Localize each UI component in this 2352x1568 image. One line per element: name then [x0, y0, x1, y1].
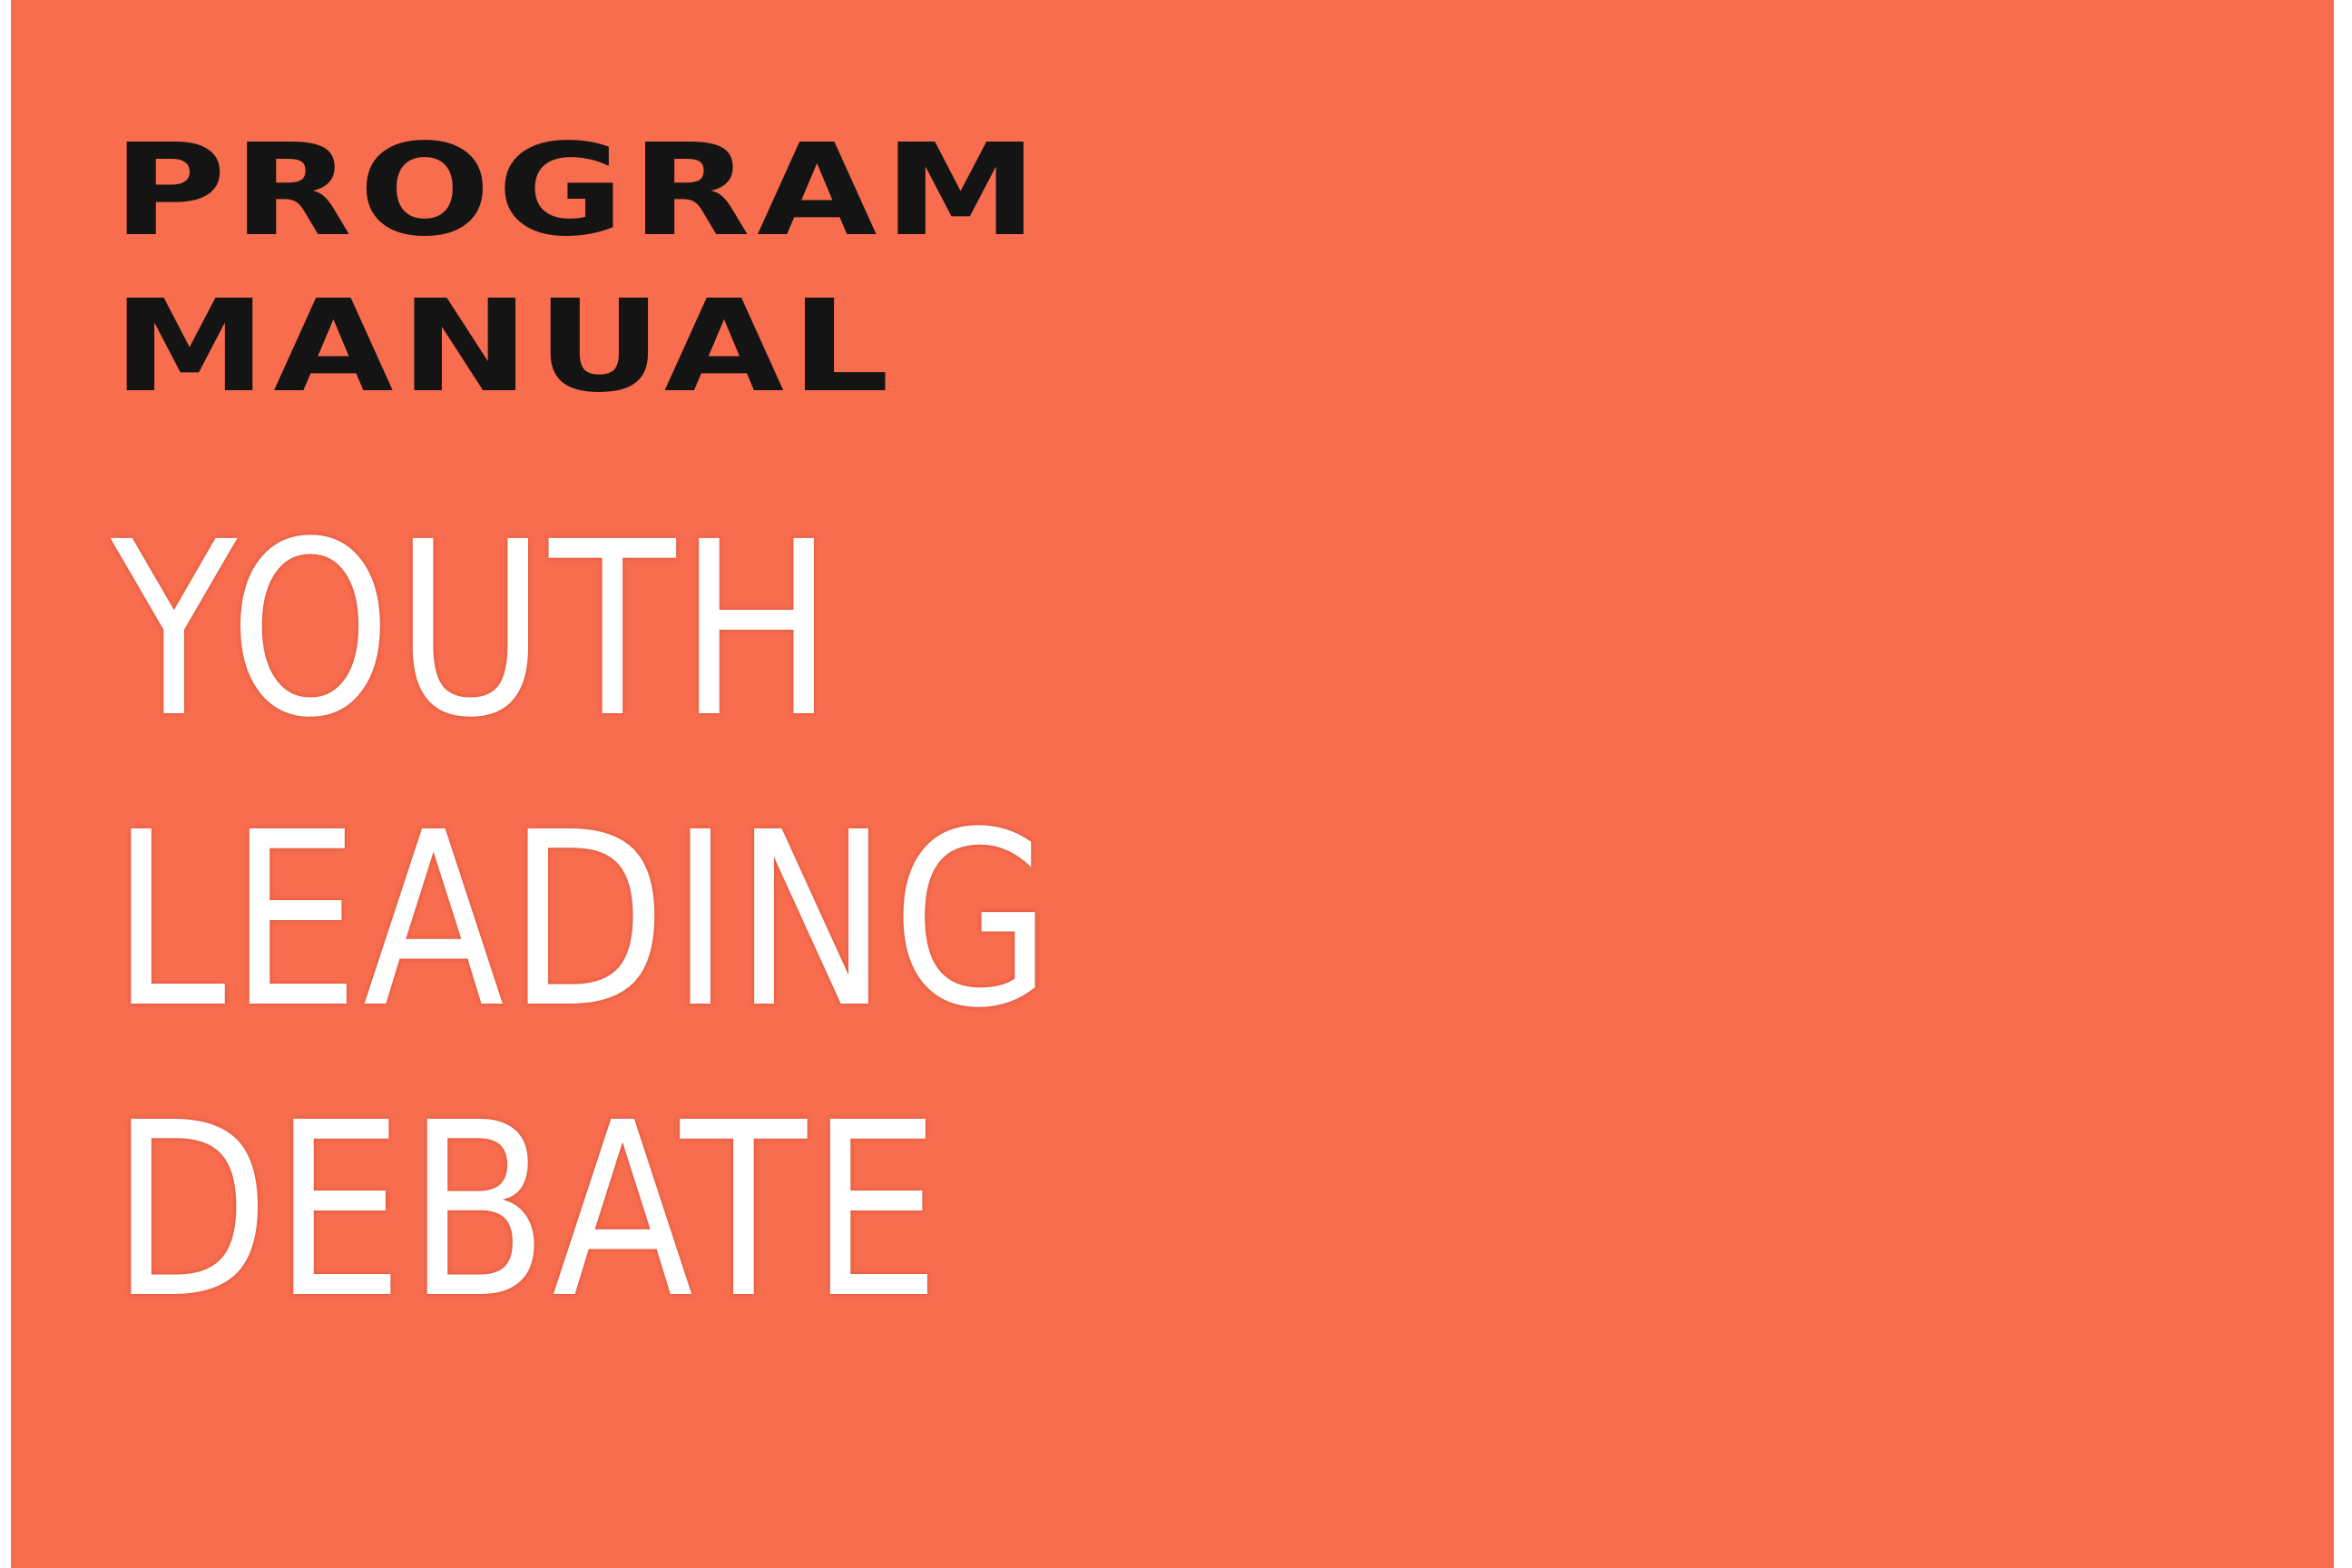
title-line-youth: YOUTH [111, 491, 838, 770]
cover-title: YOUTH LEADING DEBATE [111, 485, 1055, 1357]
cover-kicker: PROGRAM MANUAL [113, 113, 1044, 426]
title-line-leading: LEADING [111, 781, 1055, 1061]
title-line-debate: DEBATE [111, 1072, 944, 1351]
kicker-line-program: PROGRAM [113, 117, 1045, 265]
kicker-line-manual: MANUAL [113, 273, 897, 421]
manual-cover: PROGRAM MANUAL YOUTH LEADING DEBATE [0, 0, 2352, 1568]
